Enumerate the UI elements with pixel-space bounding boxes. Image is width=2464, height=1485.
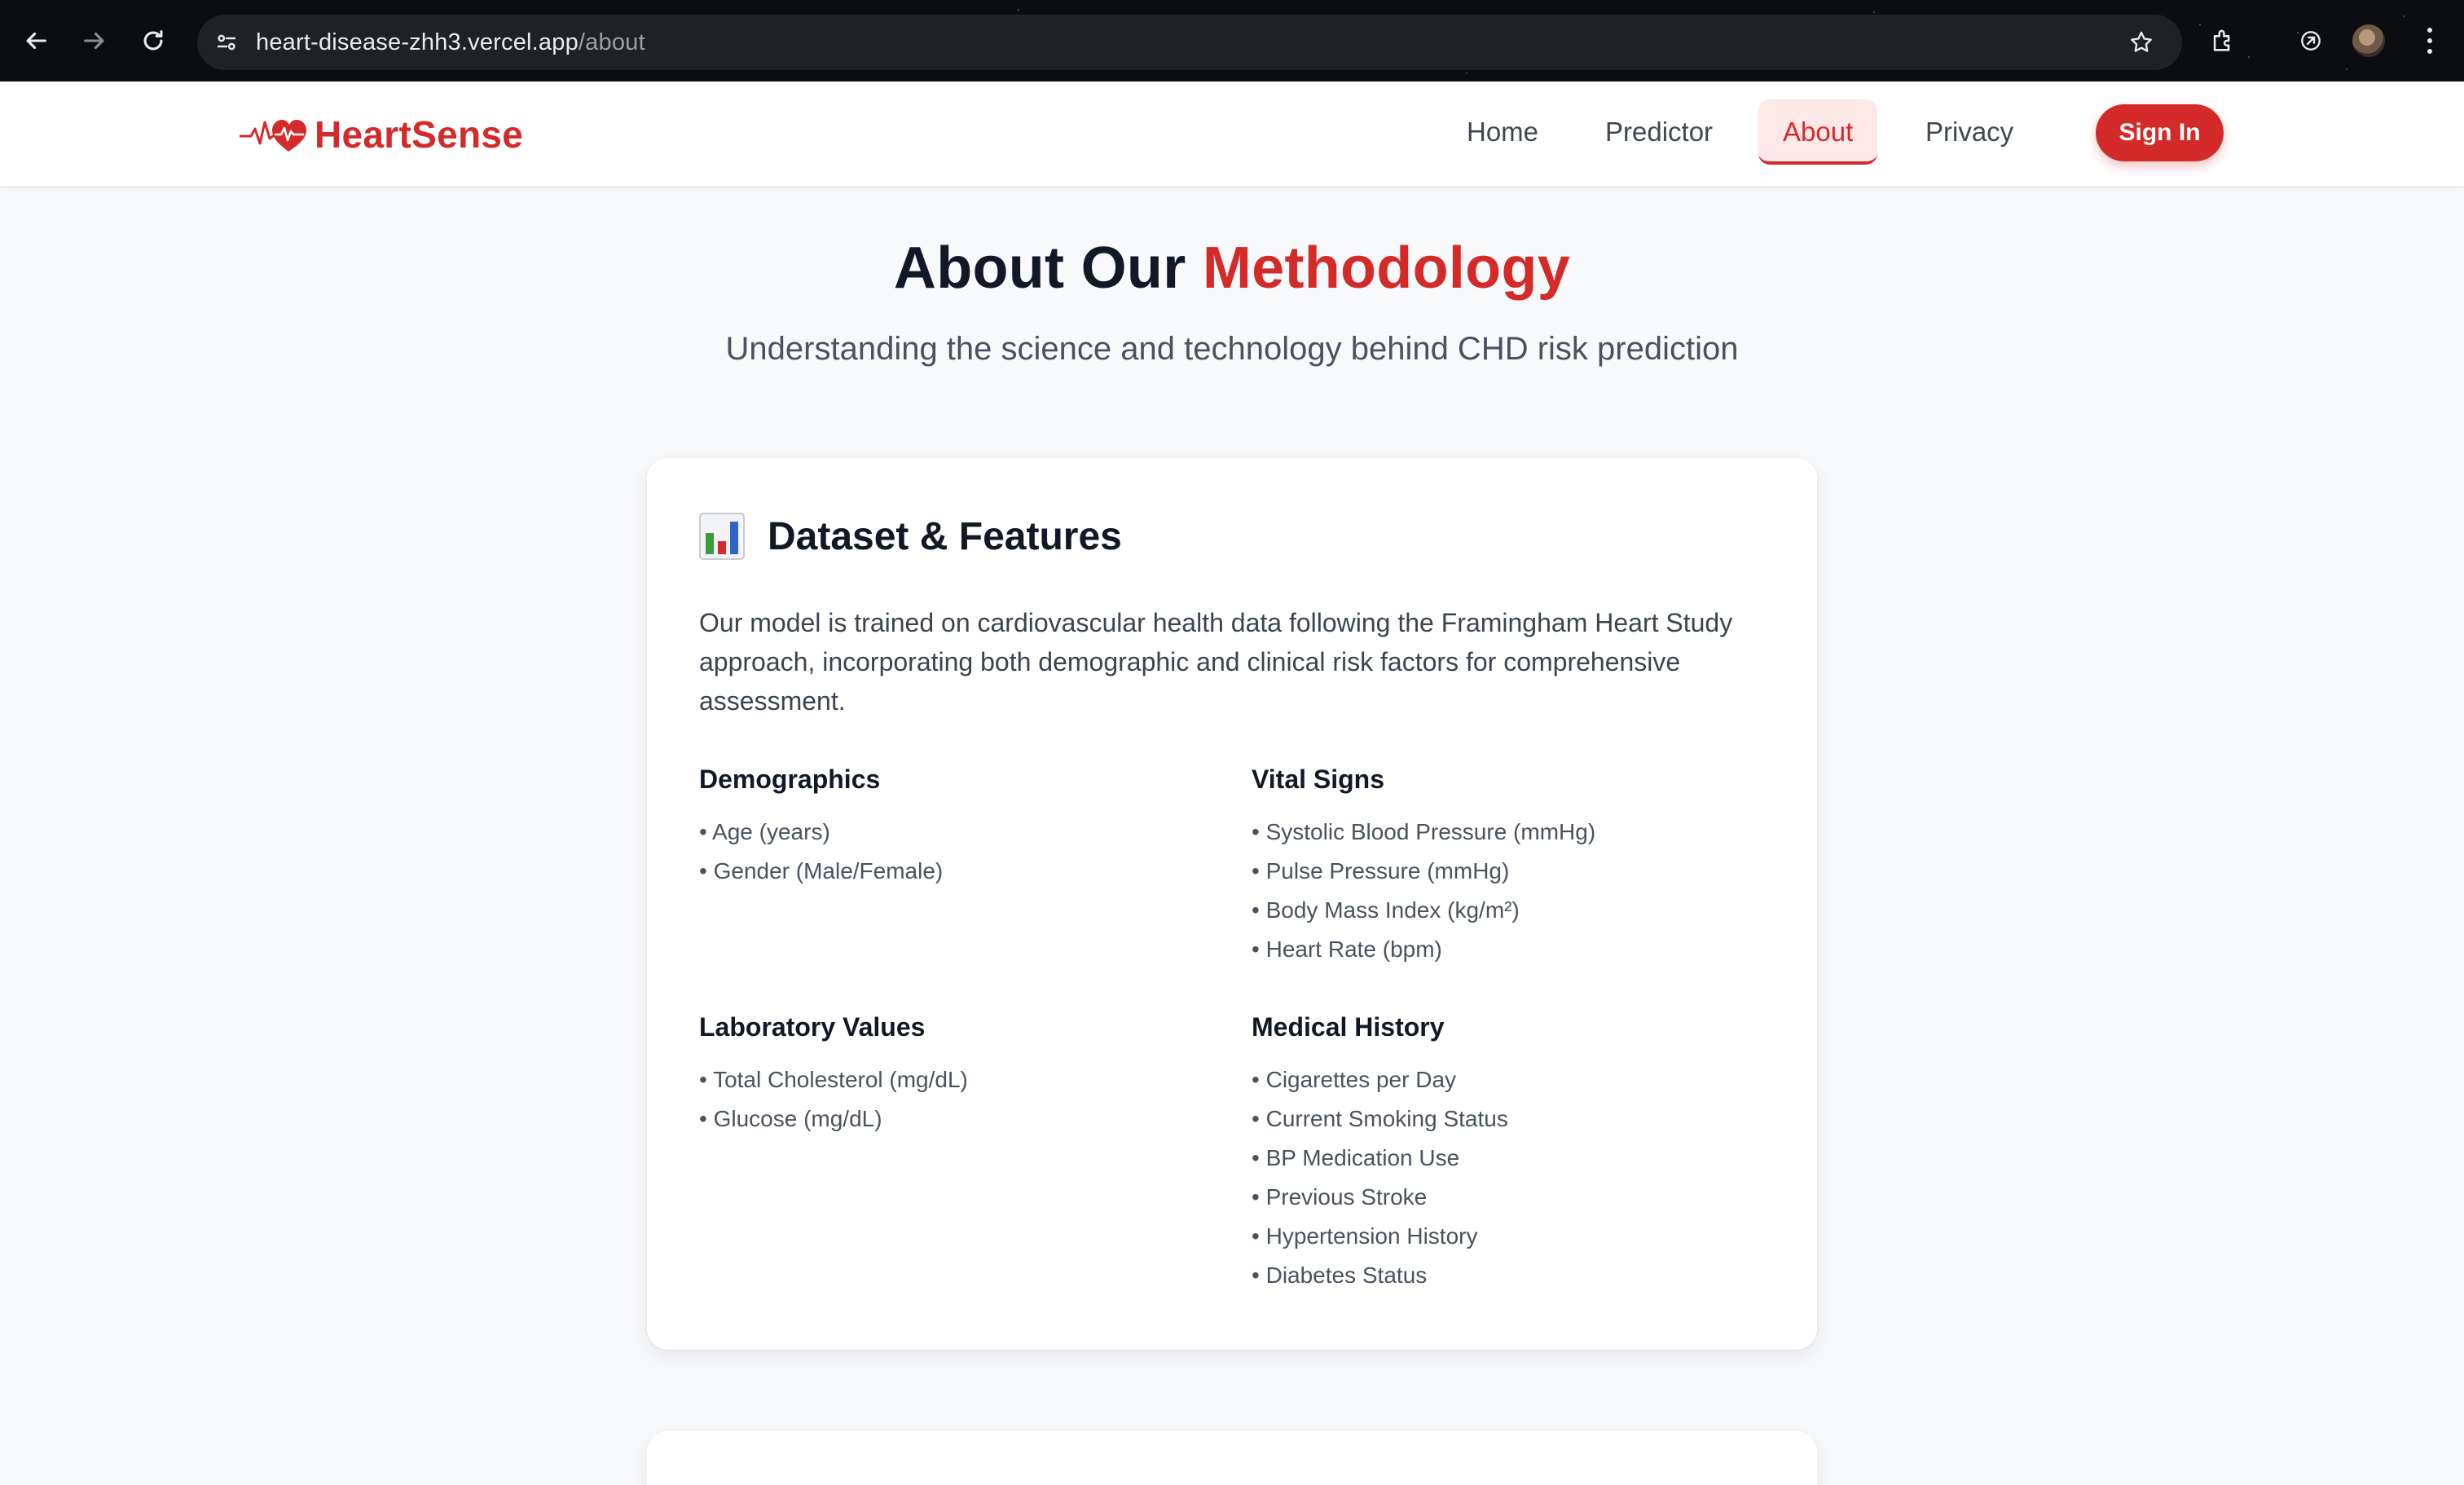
list-item: Body Mass Index (kg/m²) xyxy=(1252,891,1595,930)
feature-group-medical-history: Medical History Cigarettes per Day Curre… xyxy=(1252,1012,1508,1295)
group-title: Vital Signs xyxy=(1252,765,1385,794)
brand-logo[interactable]: HeartSense xyxy=(240,106,523,163)
list-item: Current Smoking Status xyxy=(1252,1099,1508,1139)
nav-predictor[interactable]: Predictor xyxy=(1581,99,1737,165)
nav-privacy[interactable]: Privacy xyxy=(1901,99,2038,165)
extensions-icon[interactable] xyxy=(2207,24,2239,57)
browser-toolbar: heart-disease-zhh3.vercel.app/about xyxy=(0,0,2464,82)
list-item: Previous Stroke xyxy=(1252,1178,1508,1217)
card-title: Dataset & Features xyxy=(768,514,1122,558)
list-item: Age (years) xyxy=(699,813,943,852)
group-title: Laboratory Values xyxy=(699,1012,926,1042)
page-subtitle: Understanding the science and technology… xyxy=(725,331,1739,367)
title-accent: Methodology xyxy=(1202,236,1571,301)
reload-icon[interactable] xyxy=(134,21,173,60)
title-part1: About Our xyxy=(893,236,1186,301)
list-item: Total Cholesterol (mg/dL) xyxy=(699,1060,968,1099)
feature-group-laboratory: Laboratory Values Total Cholesterol (mg/… xyxy=(699,1012,968,1139)
list-item: Gender (Male/Female) xyxy=(699,852,944,891)
nav-about[interactable]: About xyxy=(1758,99,1878,165)
card-description: Our model is trained on cardiovascular h… xyxy=(699,608,1733,716)
next-section-card xyxy=(647,1431,1817,1485)
list-item: Heart Rate (bpm) xyxy=(1252,930,1595,969)
back-arrow-icon[interactable] xyxy=(16,21,55,60)
list-item: Systolic Blood Pressure (mmHg) xyxy=(1252,813,1596,852)
list-item: Pulse Pressure (mmHg) xyxy=(1252,852,1595,891)
sync-icon[interactable] xyxy=(2295,24,2327,57)
menu-dots-icon[interactable] xyxy=(2420,24,2440,57)
feature-group-demographics: Demographics Age (years) Gender (Male/Fe… xyxy=(699,765,943,891)
profile-avatar[interactable] xyxy=(2352,24,2385,57)
forward-arrow-icon[interactable] xyxy=(75,21,114,60)
list-item: Glucose (mg/dL) xyxy=(699,1099,968,1139)
bar-chart-icon xyxy=(699,513,745,560)
feature-group-vital-signs: Vital Signs Systolic Blood Pressure (mmH… xyxy=(1252,765,1595,969)
url-path: /about xyxy=(578,29,645,55)
card-header: Dataset & Features xyxy=(699,512,1122,561)
nav-home[interactable]: Home xyxy=(1442,99,1563,165)
page-title: About Our Methodology xyxy=(0,235,2464,302)
list-item: Cigarettes per Day xyxy=(1252,1060,1508,1099)
heartbeat-icon xyxy=(240,120,306,152)
sign-in-button[interactable]: Sign In xyxy=(2096,104,2224,161)
dataset-features-card: Dataset & Features Our model is trained … xyxy=(647,458,1817,1350)
list-item: Diabetes Status xyxy=(1252,1256,1508,1295)
site-header: HeartSense xyxy=(0,82,2464,187)
url-host: heart-disease-zhh3.vercel.app xyxy=(256,29,579,55)
group-title: Medical History xyxy=(1252,1012,1445,1042)
star-icon[interactable] xyxy=(2125,26,2158,59)
site-info-icon[interactable] xyxy=(210,26,243,59)
url-text[interactable]: heart-disease-zhh3.vercel.app/about xyxy=(256,29,645,56)
address-bar[interactable]: heart-disease-zhh3.vercel.app/about xyxy=(197,15,2182,70)
list-item: BP Medication Use xyxy=(1252,1139,1508,1178)
group-title: Demographics xyxy=(699,765,881,794)
brand-name: HeartSense xyxy=(315,113,524,156)
list-item: Hypertension History xyxy=(1252,1217,1508,1256)
